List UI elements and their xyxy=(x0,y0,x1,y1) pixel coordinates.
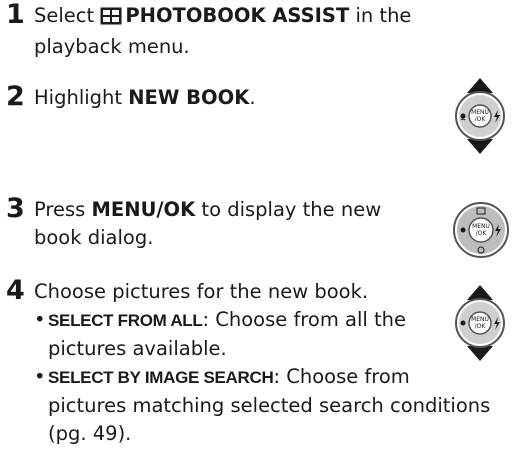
menu-ok-center-label: MENU xyxy=(471,316,489,323)
step-number: 2 xyxy=(6,81,25,112)
svg-text:/OK: /OK xyxy=(475,116,487,123)
svg-text:/OK: /OK xyxy=(475,323,487,330)
option-list: SELECT FROM ALL: Choose from all the pic… xyxy=(34,306,490,448)
up-arrow-icon xyxy=(467,78,493,93)
macro-flower-icon xyxy=(460,320,466,326)
up-arrow-icon xyxy=(467,285,493,300)
selector-dial-up-down-2: MENU /OK xyxy=(447,283,513,367)
macro-flower-icon xyxy=(460,227,466,233)
selector-dial-up-down: MENU /OK xyxy=(447,76,513,160)
menu-ok-label: MENU/OK xyxy=(91,198,196,221)
menu-ok-center-label: MENU xyxy=(472,223,490,230)
step-text: Press MENU/OK to display the new book di… xyxy=(34,198,382,249)
down-arrow-icon xyxy=(467,346,493,361)
menu-ok-center-label: MENU xyxy=(471,109,489,116)
step-number: 3 xyxy=(6,193,25,224)
option-select-by-image-search: SELECT BY IMAGE SEARCH: Choose from pict… xyxy=(34,363,490,448)
option-select-from-all: SELECT FROM ALL: Choose from all the pic… xyxy=(34,306,490,363)
svg-text:/OK: /OK xyxy=(476,230,488,237)
photobook-icon xyxy=(100,5,122,33)
step-text: Select PHOTOBOOK ASSIST in the playback … xyxy=(34,4,412,58)
step-text: Highlight NEW BOOK. xyxy=(34,86,256,109)
step-text: Choose pictures for the new book. SELECT… xyxy=(34,278,490,448)
menu-item-photobook-assist: PHOTOBOOK ASSIST xyxy=(125,4,350,27)
step-number: 4 xyxy=(6,275,25,306)
menu-item-new-book: NEW BOOK xyxy=(128,86,250,109)
selector-dial-center: MENU /OK xyxy=(451,200,511,264)
down-arrow-icon xyxy=(467,139,493,154)
step-number: 1 xyxy=(6,0,25,30)
